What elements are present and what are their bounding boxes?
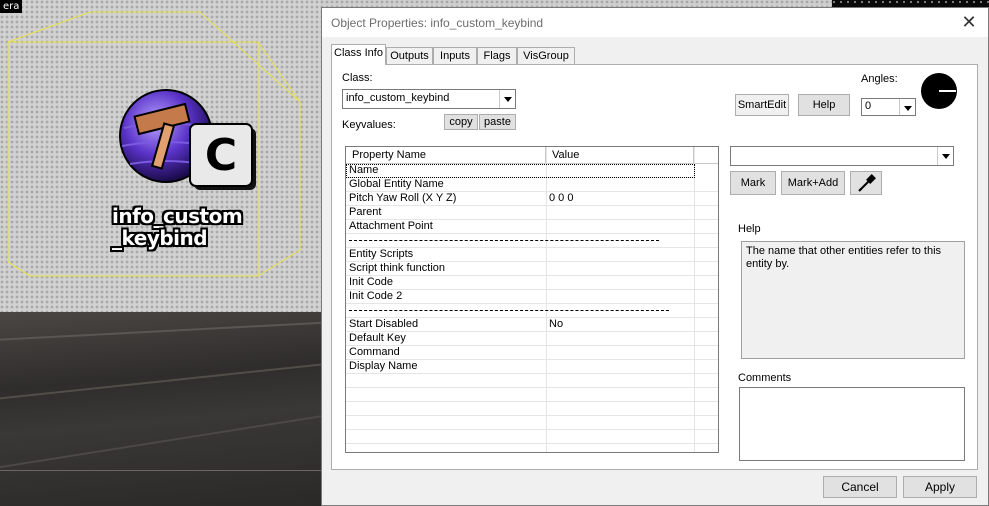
empty-row (346, 430, 718, 444)
smartedit-button[interactable]: SmartEdit (735, 94, 789, 116)
separator-line (349, 240, 659, 241)
property-value: 0 0 0 (549, 192, 574, 204)
angles-label: Angles: (861, 73, 898, 85)
table-row[interactable]: Pitch Yaw Roll (X Y Z) 0 0 0 (346, 192, 718, 206)
table-row[interactable]: Default Key (346, 332, 718, 346)
separator-line (349, 310, 669, 311)
table-row[interactable]: Display Name (346, 360, 718, 374)
table-separator (346, 234, 718, 248)
entity-hammer-icon[interactable]: C (118, 88, 268, 203)
table-row[interactable]: Attachment Point (346, 220, 718, 234)
property-name: Start Disabled (349, 318, 419, 330)
property-name: Entity Scripts (349, 248, 414, 260)
column-header-name[interactable]: Property Name (346, 147, 546, 163)
tab-class-info[interactable]: Class Info (331, 44, 386, 65)
class-info-pane: Class: info_custom_keybind Keyvalues: co… (331, 64, 978, 470)
table-header: Property Name Value (346, 147, 718, 164)
angle-dial[interactable] (921, 73, 957, 109)
table-row[interactable]: Script think function (346, 262, 718, 276)
property-value: No (549, 318, 564, 330)
table-row[interactable]: Init Code 2 (346, 290, 718, 304)
table-row[interactable]: Name (346, 164, 695, 178)
property-name: Command (349, 346, 400, 358)
camera-label: era (0, 0, 23, 13)
table-separator (346, 304, 718, 318)
eyedropper-button[interactable] (850, 171, 882, 195)
property-name: Global Entity Name (349, 178, 444, 190)
table-row[interactable]: Entity Scripts (346, 248, 718, 262)
property-name: Init Code 2 (349, 290, 403, 302)
entity-icon-letter: C (205, 130, 237, 181)
cancel-button[interactable]: Cancel (823, 476, 897, 498)
empty-row (346, 444, 718, 452)
tab-inputs[interactable]: Inputs (433, 47, 477, 64)
help-text: The name that other entities refer to th… (746, 245, 942, 270)
dialog-title: Object Properties: info_custom_keybind (331, 16, 544, 30)
keyvalues-table[interactable]: Property Name Value Name Global Entity Na… (345, 146, 719, 453)
chevron-down-icon[interactable] (937, 147, 953, 165)
chevron-down-icon[interactable] (899, 99, 915, 115)
eyedropper-icon (858, 174, 876, 192)
object-properties-dialog: Object Properties: info_custom_keybind ✕… (321, 7, 989, 506)
class-label: Class: (342, 72, 373, 84)
keyvalues-label: Keyvalues: (342, 119, 396, 131)
class-combo[interactable]: info_custom_keybind (342, 89, 516, 109)
empty-row (346, 388, 718, 402)
comments-field[interactable] (739, 387, 965, 461)
table-row[interactable]: Command (346, 346, 718, 360)
value-combo[interactable] (730, 146, 954, 166)
mark-add-button[interactable]: Mark+Add (781, 171, 845, 195)
empty-row (346, 416, 718, 430)
apply-button[interactable]: Apply (903, 476, 977, 498)
comments-label: Comments (738, 372, 792, 384)
mark-button[interactable]: Mark (730, 171, 776, 195)
angles-value: 0 (865, 100, 872, 112)
tab-visgroup[interactable]: VisGroup (517, 47, 575, 64)
property-name: Attachment Point (349, 220, 433, 232)
tab-flags[interactable]: Flags (477, 47, 517, 64)
property-name: Parent (349, 206, 382, 218)
property-name: Name (349, 164, 379, 176)
table-row[interactable]: Parent (346, 206, 718, 220)
angle-needle (939, 90, 956, 92)
chevron-down-icon[interactable] (499, 90, 515, 108)
entity-label: info_custom _keybind (112, 204, 243, 250)
dialog-titlebar[interactable]: Object Properties: info_custom_keybind ✕ (322, 8, 988, 37)
help-section-label: Help (738, 223, 761, 235)
empty-row (346, 374, 718, 388)
viewport-floor (0, 312, 330, 506)
property-name: Script think function (349, 262, 445, 274)
column-header-value[interactable]: Value (546, 147, 694, 163)
property-name: Default Key (349, 332, 406, 344)
paste-button[interactable]: paste (479, 114, 516, 130)
help-button[interactable]: Help (798, 94, 850, 116)
tab-outputs[interactable]: Outputs (386, 47, 433, 64)
empty-row (346, 402, 718, 416)
table-row[interactable]: Init Code (346, 276, 718, 290)
close-icon[interactable]: ✕ (960, 13, 978, 31)
floor-edge (0, 470, 330, 471)
property-name: Display Name (349, 360, 418, 372)
help-text-box: The name that other entities refer to th… (741, 241, 965, 359)
class-combo-value: info_custom_keybind (346, 92, 450, 104)
angles-combo[interactable]: 0 (861, 98, 916, 116)
copy-button[interactable]: copy (444, 114, 478, 130)
table-row[interactable]: Start Disabled No (346, 318, 718, 332)
table-row[interactable]: Global Entity Name (346, 178, 718, 192)
property-name: Pitch Yaw Roll (X Y Z) (349, 192, 457, 204)
property-name: Init Code (349, 276, 394, 288)
